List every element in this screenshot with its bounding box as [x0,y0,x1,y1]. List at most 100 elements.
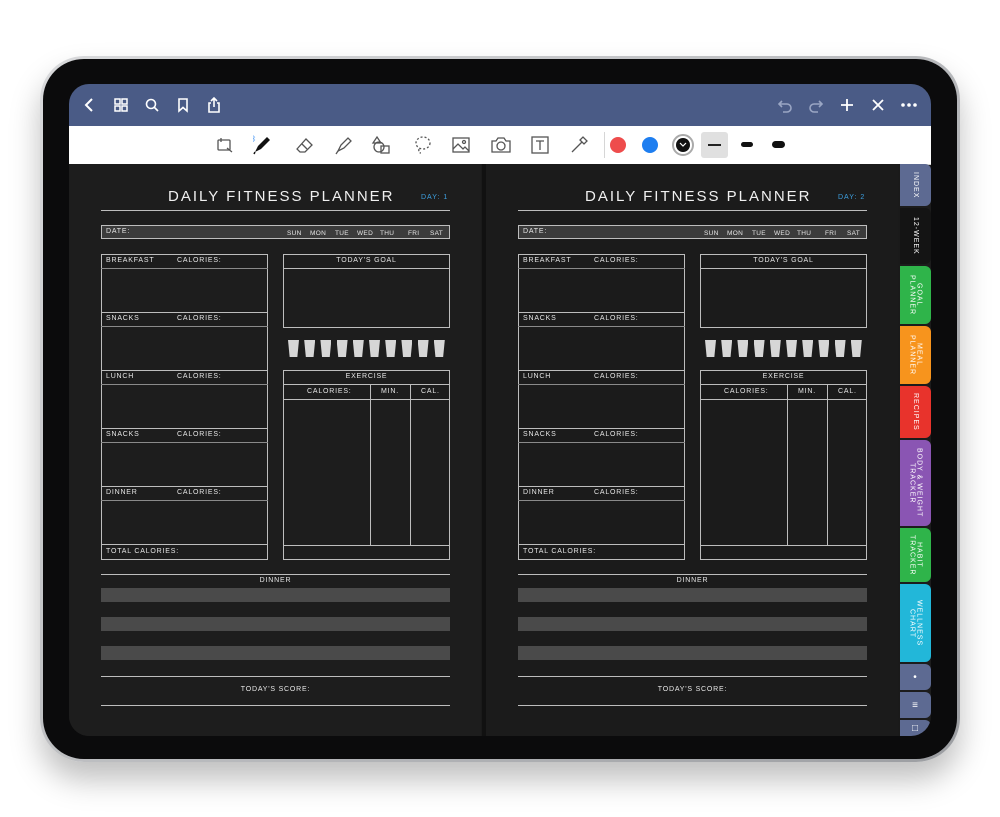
water-glass-icon[interactable] [818,340,830,357]
section-tab-1[interactable]: 12-WEEK [900,208,931,264]
water-glass-icon[interactable] [385,340,397,357]
todays-score-label[interactable]: TODAY'S SCORE: [518,686,867,693]
section-tab-10[interactable]: □ [900,720,931,736]
search-icon[interactable] [141,94,163,116]
planner-page-day-2[interactable]: DAILY FITNESS PLANNER DAY: 2 DATE: SUN MON TU… [486,164,898,736]
chevron-left-icon[interactable] [79,94,101,116]
day-label: DAY: 1 [421,194,449,201]
meal-calories-label: CALORIES: [177,431,222,438]
plus-icon[interactable] [836,94,858,116]
text-icon[interactable] [527,133,553,157]
shapes-icon[interactable] [369,133,395,157]
water-glass-icon[interactable] [769,340,781,357]
stroke-size-medium[interactable] [741,142,753,147]
section-tab-3[interactable]: MEAL PLANNER [900,326,931,384]
water-glass-icon[interactable] [802,340,814,357]
weekday-2[interactable]: TUE [335,230,349,237]
weekday-5[interactable]: FRI [825,230,836,237]
date-bar[interactable] [518,225,867,239]
meal-entry-area[interactable] [102,501,267,543]
meal-divider [518,370,685,371]
weekday-1[interactable]: MON [727,230,743,237]
meal-entry-area[interactable] [102,385,267,427]
more-icon[interactable] [898,94,920,116]
water-glass-icon[interactable] [336,340,348,357]
water-glass-icon[interactable] [320,340,332,357]
section-tab-2[interactable]: GOAL PLANNER [900,266,931,324]
todays-goal-box[interactable] [283,254,450,328]
stroke-size-thick[interactable] [772,141,785,148]
color-swatch-red[interactable] [610,137,626,153]
water-glass-icon[interactable] [433,340,445,357]
image-icon[interactable] [448,133,474,157]
section-tab-5[interactable]: BODY & WEIGHT TRACKER [900,440,931,526]
meal-entry-area[interactable] [102,443,267,485]
section-tab-9[interactable]: ≡ [900,692,931,718]
date-bar[interactable] [101,225,450,239]
pen-icon[interactable]: ᛒ [249,133,275,157]
color-swatch-black-selected[interactable] [672,134,694,156]
read-mode-icon[interactable] [212,133,238,157]
undo-icon[interactable] [774,94,796,116]
water-glass-icon[interactable] [352,340,364,357]
weekday-4[interactable]: THU [380,230,394,237]
dinner-note-line[interactable] [518,588,867,602]
water-glass-icon[interactable] [786,340,797,357]
section-tab-7[interactable]: WELLNESS CHART [900,584,931,662]
highlighter-icon[interactable] [331,133,357,157]
todays-score-label[interactable]: TODAY'S SCORE: [101,686,450,693]
meal-entry-area[interactable] [519,269,684,311]
section-tab-6[interactable]: HABIT TRACKER [900,528,931,582]
weekday-3[interactable]: WED [357,230,373,237]
lasso-icon[interactable] [410,133,436,157]
water-glass-icon[interactable] [850,340,862,357]
weekday-0[interactable]: SUN [704,230,719,237]
color-swatch-blue[interactable] [642,137,658,153]
dinner-note-line[interactable] [101,617,450,631]
water-glass-icon[interactable] [737,340,749,357]
total-divider [518,544,685,545]
redo-icon[interactable] [805,94,827,116]
bookmark-icon[interactable] [172,94,194,116]
dinner-note-line[interactable] [101,588,450,602]
laser-pointer-icon[interactable] [566,133,592,157]
water-glass-icon[interactable] [834,340,846,357]
meal-entry-area[interactable] [519,385,684,427]
meal-entry-area[interactable] [519,443,684,485]
weekday-5[interactable]: FRI [408,230,419,237]
dinner-note-line[interactable] [518,617,867,631]
share-icon[interactable] [203,94,225,116]
water-glass-icon[interactable] [401,340,413,357]
meal-entry-area[interactable] [519,327,684,369]
section-tab-0[interactable]: INDEX [900,164,931,206]
exercise-col-divider [827,385,828,545]
water-glass-icon[interactable] [304,340,316,357]
water-glass-icon[interactable] [288,340,299,357]
planner-page-day-1[interactable]: DAILY FITNESS PLANNER DAY: 1 DATE: SUN MON TU… [69,164,481,736]
weekday-1[interactable]: MON [310,230,326,237]
water-glass-icon[interactable] [417,340,429,357]
eraser-icon[interactable] [292,133,318,157]
water-glass-icon[interactable] [705,340,716,357]
meal-entry-area[interactable] [102,327,267,369]
meal-entry-area[interactable] [102,269,267,311]
weekday-6[interactable]: SAT [847,230,860,237]
todays-goal-box[interactable] [700,254,867,328]
camera-icon[interactable] [488,133,514,157]
section-tab-4[interactable]: RECIPES [900,386,931,438]
water-glass-icon[interactable] [369,340,380,357]
section-tab-8[interactable]: • [900,664,931,690]
weekday-6[interactable]: SAT [430,230,443,237]
dinner-note-line[interactable] [101,646,450,660]
weekday-2[interactable]: TUE [752,230,766,237]
close-icon[interactable] [867,94,889,116]
water-glass-icon[interactable] [721,340,733,357]
meal-entry-area[interactable] [519,501,684,543]
water-glass-icon[interactable] [753,340,765,357]
weekday-0[interactable]: SUN [287,230,302,237]
weekday-4[interactable]: THU [797,230,811,237]
dinner-note-line[interactable] [518,646,867,660]
stroke-size-thin-selected[interactable] [701,132,728,158]
weekday-3[interactable]: WED [774,230,790,237]
grid-icon[interactable] [110,94,132,116]
